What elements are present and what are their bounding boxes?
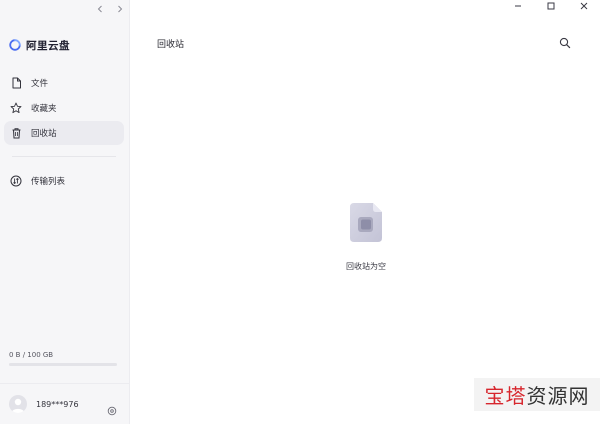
file-icon <box>10 77 22 89</box>
sidebar-item-recycle-bin[interactable]: 回收站 <box>4 121 124 145</box>
empty-state: 回收站为空 <box>331 200 401 272</box>
sidebar-item-files[interactable]: 文件 <box>4 71 124 95</box>
minimize-icon[interactable] <box>501 0 534 12</box>
gear-icon[interactable] <box>107 401 117 416</box>
history-nav <box>94 3 126 15</box>
watermark: 宝塔 资源网 <box>474 378 600 411</box>
trash-icon <box>10 127 22 139</box>
close-icon[interactable] <box>567 0 600 12</box>
storage-usage-text: 0 B / 100 GB <box>9 351 54 359</box>
main-content: 回收站 回收站为空 <box>131 0 600 424</box>
user-name: 189***976 <box>36 399 79 409</box>
empty-state-text: 回收站为空 <box>346 262 386 271</box>
avatar[interactable] <box>9 395 27 413</box>
star-icon <box>10 102 22 114</box>
window-controls <box>501 0 600 12</box>
sidebar-item-label: 传输列表 <box>31 177 66 187</box>
watermark-text-red: 宝塔 <box>484 384 527 408</box>
app-name: 阿里云盘 <box>26 40 70 52</box>
sidebar-item-label: 文件 <box>31 79 49 89</box>
app-logo: 阿里云盘 <box>9 36 70 55</box>
watermark-text-grey: 资源网 <box>526 384 590 408</box>
empty-folder-icon <box>346 200 386 248</box>
user-profile[interactable]: 189***976 <box>0 383 130 424</box>
page-title: 回收站 <box>157 40 185 50</box>
transfer-icon <box>10 175 22 187</box>
forward-arrow-icon[interactable] <box>114 3 126 15</box>
storage-usage-bar <box>9 363 117 366</box>
sidebar: 阿里云盘 文件 收藏夹 回收站 传输列表 0 B / 100 GB 189***… <box>0 0 130 424</box>
sidebar-item-label: 收藏夹 <box>31 104 57 114</box>
maximize-icon[interactable] <box>534 0 567 12</box>
cloud-logo-icon <box>9 36 21 55</box>
search-icon[interactable] <box>558 36 572 50</box>
sidebar-item-favorites[interactable]: 收藏夹 <box>4 96 124 120</box>
sidebar-item-label: 回收站 <box>31 129 57 139</box>
sidebar-divider <box>12 156 116 157</box>
back-arrow-icon[interactable] <box>94 3 106 15</box>
sidebar-item-transfer-list[interactable]: 传输列表 <box>4 169 124 193</box>
